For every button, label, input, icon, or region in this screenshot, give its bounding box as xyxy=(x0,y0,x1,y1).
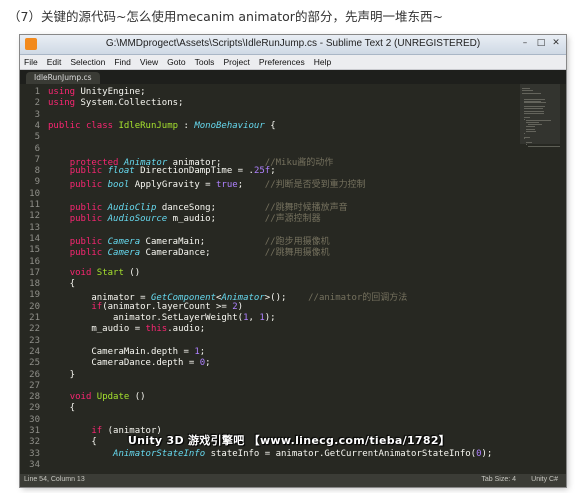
minimap-line xyxy=(526,131,536,133)
code-line: CameraMain.depth = 1; xyxy=(48,346,206,357)
line-number: 3 xyxy=(34,109,40,120)
caption-text: （7）关键的源代码~怎么使用mecanim animator的部分，先声明一堆东… xyxy=(8,9,443,24)
sublime-window: G:\MMDprogect\Assets\Scripts\IdleRunJump… xyxy=(20,35,566,487)
menu-help[interactable]: Help xyxy=(314,57,331,67)
line-number: 2 xyxy=(34,98,40,109)
line-number: 14 xyxy=(29,233,40,244)
minimap-line xyxy=(524,102,546,104)
line-number: 11 xyxy=(29,200,40,210)
line-number: 13 xyxy=(29,222,40,233)
line-number: 4 xyxy=(34,120,40,131)
watermark-text: Unity 3D 游戏引擎吧 【www.linecg.com/tieba/178… xyxy=(127,434,451,447)
menu-bar: File Edit Selection Find View Goto Tools… xyxy=(20,55,566,70)
code-line: using System.Collections; xyxy=(48,98,184,109)
line-number: 26 xyxy=(29,369,40,380)
code-line: { xyxy=(48,403,76,414)
line-number: 28 xyxy=(29,392,40,403)
minimap-line xyxy=(524,113,544,115)
menu-selection[interactable]: Selection xyxy=(70,57,105,67)
code-line: CameraDance.depth = 0; xyxy=(48,358,211,369)
line-number: 27 xyxy=(29,380,40,391)
line-number: 9 xyxy=(34,177,40,188)
menu-project[interactable]: Project xyxy=(223,57,249,67)
minimap-line xyxy=(524,116,530,118)
line-number: 19 xyxy=(29,290,40,301)
line-number: 8 xyxy=(34,166,40,177)
code-line: if(animator.layerCount >= 2) xyxy=(91,301,244,312)
line-number: 34 xyxy=(29,459,40,470)
minimap-line xyxy=(526,125,536,127)
minimap-line xyxy=(528,145,560,147)
code-line: public bool ApplyGravity = true; //判断是否受… xyxy=(69,180,366,191)
line-number: 21 xyxy=(29,313,40,323)
minimap-line xyxy=(524,107,544,109)
line-number: 25 xyxy=(29,358,40,369)
line-number: 30 xyxy=(29,414,40,425)
code-line: m_audio = this.audio; xyxy=(48,324,206,335)
menu-view[interactable]: View xyxy=(140,57,158,67)
cursor-position: Line 54, Column 13 xyxy=(24,476,85,483)
line-number: 33 xyxy=(29,448,40,459)
code-line: using UnityEngine; xyxy=(48,87,146,97)
maximize-icon[interactable]: □ xyxy=(534,38,548,49)
syntax-indicator[interactable]: Unity C# xyxy=(531,476,558,483)
close-icon[interactable]: ✕ xyxy=(549,38,563,49)
code-editor[interactable]: 1 2 3 4 5 6 7 8 9 10 11 12 13 14 15 16 17 18 19 20 21 22 23 24 2… xyxy=(20,84,566,474)
minimap[interactable] xyxy=(520,84,560,474)
menu-preferences[interactable]: Preferences xyxy=(259,57,305,67)
tab-idlerunjump[interactable]: IdleRunJump.cs xyxy=(26,72,100,84)
line-number: 10 xyxy=(29,188,40,199)
code-line: public Camera CameraDance; //跳舞用摄像机 xyxy=(69,248,330,259)
code-line: public AudioSource m_audio; //声源控制器 xyxy=(69,214,321,225)
title-bar: G:\MMDprogect\Assets\Scripts\IdleRunJump… xyxy=(20,35,566,55)
line-number: 18 xyxy=(29,279,40,290)
line-number: 29 xyxy=(29,403,40,414)
line-number: 22 xyxy=(29,324,40,335)
line-number: 17 xyxy=(29,267,40,278)
minimap-line xyxy=(522,93,541,95)
line-number: 16 xyxy=(29,256,40,267)
code-area[interactable]: using UnityEngine; using System.Collectio… xyxy=(48,84,518,474)
code-line: void Update () xyxy=(69,392,146,403)
line-number: 20 xyxy=(29,301,40,312)
minimize-icon[interactable]: – xyxy=(518,38,532,49)
menu-tools[interactable]: Tools xyxy=(195,57,215,67)
line-number: 24 xyxy=(29,346,40,357)
line-number-gutter: 1 2 3 4 5 6 7 8 9 10 11 12 13 14 15 16 17 18 19 20 21 22 23 24 2… xyxy=(20,84,44,474)
code-line: public float DirectionDampTime = .25f; xyxy=(69,166,276,177)
tab-bar: IdleRunJump.cs xyxy=(20,70,566,84)
code-line: public class IdleRunJump : MonoBehaviour… xyxy=(48,120,276,131)
code-line: void Start () xyxy=(69,267,141,278)
line-number: 1 xyxy=(34,87,40,97)
tab-size-indicator[interactable]: Tab Size: 4 xyxy=(481,476,516,483)
minimap-line xyxy=(526,142,532,143)
menu-edit[interactable]: Edit xyxy=(47,57,62,67)
line-number: 7 xyxy=(34,154,40,165)
minimap-line xyxy=(522,89,534,91)
window-title: G:\MMDprogect\Assets\Scripts\IdleRunJump… xyxy=(105,38,481,49)
line-number: 12 xyxy=(29,211,40,222)
menu-goto[interactable]: Goto xyxy=(167,57,185,67)
code-line: } xyxy=(48,369,76,380)
line-number: 6 xyxy=(34,143,40,154)
line-number: 5 xyxy=(34,132,40,143)
minimap-line xyxy=(524,136,531,138)
line-number: 23 xyxy=(29,335,40,346)
menu-file[interactable]: File xyxy=(24,57,38,67)
code-line: AnimatorStateInfo stateInfo = animator.G… xyxy=(113,448,493,459)
menu-find[interactable]: Find xyxy=(114,57,131,67)
line-number: 15 xyxy=(29,245,40,256)
code-line: { xyxy=(48,279,76,290)
status-bar: Line 54, Column 13 Tab Size: 4 Unity C# xyxy=(20,474,566,487)
code-line: animator.SetLayerWeight(1, 1); xyxy=(48,313,276,323)
